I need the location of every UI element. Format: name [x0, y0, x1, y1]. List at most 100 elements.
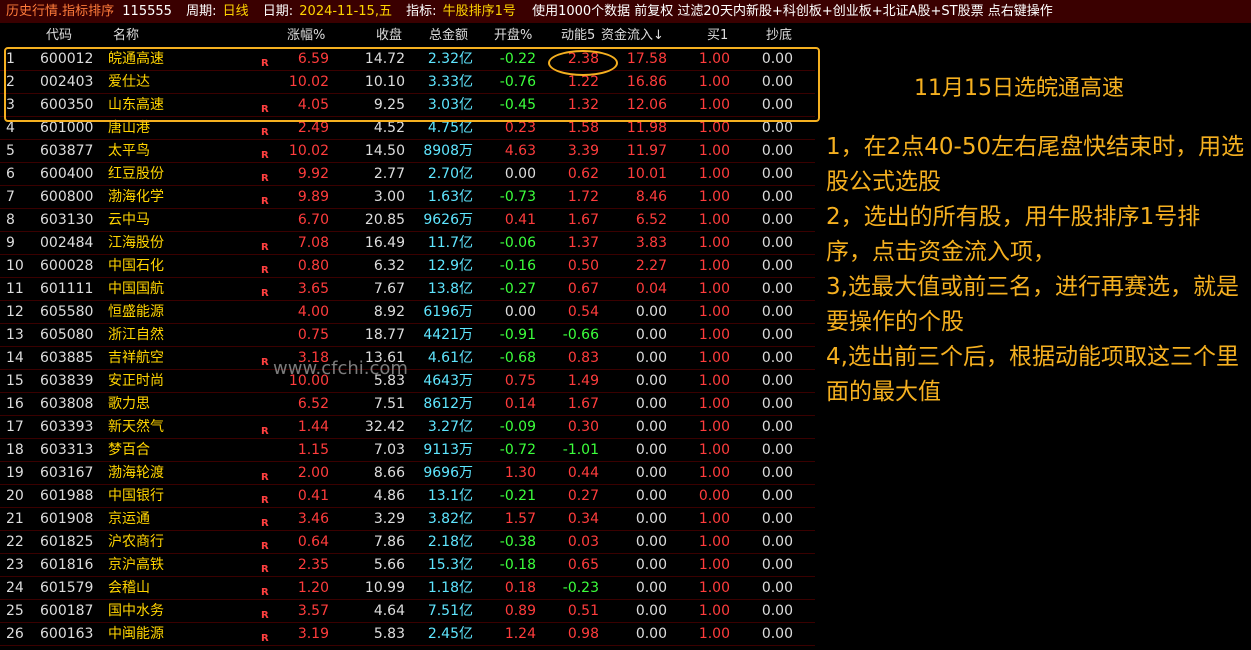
- momentum-value: 0.83: [567, 350, 599, 366]
- table-row[interactable]: 17 603393 新天然气 R 1.44 32.42 3.27亿 -0.09 0.30 0.00…: [0, 416, 815, 439]
- capital-inflow: 0.00: [635, 373, 667, 389]
- turnover-amount: 8908万: [423, 143, 473, 159]
- bottom-value: 0.00: [761, 350, 793, 366]
- stock-code: 601825: [40, 534, 94, 550]
- bid1-value: 1.00: [698, 281, 730, 297]
- col-bid1[interactable]: 买1: [707, 24, 728, 47]
- table-row[interactable]: 5 603877 太平鸟 R 10.02 14.50 8908万 4.63 3.39 11.97 1…: [0, 140, 815, 163]
- stock-code: 600800: [40, 189, 94, 205]
- capital-inflow: 0.00: [635, 534, 667, 550]
- stock-code: 002484: [40, 235, 94, 251]
- table-row[interactable]: 18 603313 梦百合 1.15 7.03 9113万 -0.72 -1.01 0.00 1.…: [0, 439, 815, 462]
- table-row[interactable]: 23 601816 京沪高铁 R 2.35 5.66 15.3亿 -0.18 0.65 0.00 1…: [0, 554, 815, 577]
- stock-code: 601816: [40, 557, 94, 573]
- bid1-value: 1.00: [698, 557, 730, 573]
- col-name[interactable]: 名称: [113, 24, 139, 47]
- stock-name: 江海股份: [108, 235, 164, 251]
- row-index: 16: [6, 396, 24, 412]
- table-row[interactable]: 16 603808 歌力思 6.52 7.51 8612万 0.14 1.67 0.00 1.00…: [0, 393, 815, 416]
- stock-code: 605080: [40, 327, 94, 343]
- bid1-value: 1.00: [698, 465, 730, 481]
- turnover-amount: 4643万: [423, 373, 473, 389]
- table-row[interactable]: 8 603130 云中马 6.70 20.85 9626万 0.41 1.67 6.52 1.00…: [0, 209, 815, 232]
- table-row[interactable]: 22 601825 沪农商行 R 0.64 7.86 2.18亿 -0.38 0.03 0.00 1…: [0, 531, 815, 554]
- stock-code: 600163: [40, 626, 94, 642]
- momentum-value: 0.30: [567, 419, 599, 435]
- top3-highlight-box: [4, 47, 820, 122]
- stock-name: 中闽能源: [108, 626, 164, 642]
- row-index: 8: [6, 212, 15, 228]
- open-percent: -0.91: [499, 327, 536, 343]
- annotation-line: 2，选出的所有股，用牛股排序1号排序，点击资金流入项，: [826, 204, 1201, 265]
- table-row[interactable]: 25 600187 国中水务 R 3.57 4.64 7.51亿 0.89 0.51 0.00 1.…: [0, 600, 815, 623]
- stock-code: 601908: [40, 511, 94, 527]
- momentum-value: 1.67: [567, 212, 599, 228]
- change-percent: 3.46: [297, 511, 329, 527]
- col-bottom[interactable]: 抄底: [766, 24, 792, 47]
- capital-inflow: 0.00: [635, 304, 667, 320]
- table-row[interactable]: 13 605080 浙江自然 0.75 18.77 4421万 -0.91 -0.66 0.00…: [0, 324, 815, 347]
- margin-flag: R: [261, 633, 269, 644]
- col-code[interactable]: 代码: [46, 24, 72, 47]
- table-header: 代码 名称 涨幅% 收盘 总金额 开盘% 动能5 资金流入↓ 买1 抄底: [0, 24, 820, 47]
- momentum-highlight-oval: [548, 50, 618, 76]
- table-row[interactable]: 26 600163 中闽能源 R 3.19 5.83 2.45亿 1.24 0.98 0.00 1.…: [0, 623, 815, 646]
- bottom-value: 0.00: [761, 419, 793, 435]
- momentum-value: 1.49: [567, 373, 599, 389]
- stock-name: 京运通: [108, 511, 150, 527]
- row-index: 14: [6, 350, 24, 366]
- stock-name: 中国石化: [108, 258, 164, 274]
- turnover-amount: 3.27亿: [427, 419, 473, 435]
- col-momentum[interactable]: 动能5: [561, 24, 595, 47]
- col-open[interactable]: 开盘%: [494, 24, 532, 47]
- table-row[interactable]: 19 603167 渤海轮渡 R 2.00 8.66 9696万 1.30 0.44 0.00 1.…: [0, 462, 815, 485]
- momentum-value: -0.23: [562, 580, 599, 596]
- row-index: 7: [6, 189, 15, 205]
- open-percent: 1.30: [504, 465, 536, 481]
- open-percent: -0.27: [499, 281, 536, 297]
- stock-name: 新天然气: [108, 419, 164, 435]
- close-price: 5.66: [373, 557, 405, 573]
- annotation-line: 1，在2点40-50左右尾盘快结束时，用选股公式选股: [826, 134, 1245, 195]
- close-price: 8.92: [373, 304, 405, 320]
- date-label: 日期:: [262, 4, 294, 19]
- table-row[interactable]: 10 600028 中国石化 R 0.80 6.32 12.9亿 -0.16 0.50 2.27 1…: [0, 255, 815, 278]
- table-row[interactable]: 20 601988 中国银行 R 0.41 4.86 13.1亿 -0.21 0.27 0.00 0…: [0, 485, 815, 508]
- change-percent: 4.00: [297, 304, 329, 320]
- table-row[interactable]: 12 605580 恒盛能源 4.00 8.92 6196万 0.00 0.54 0.00 1.0…: [0, 301, 815, 324]
- momentum-value: 1.67: [567, 396, 599, 412]
- bid1-value: 1.00: [698, 327, 730, 343]
- change-percent: 3.57: [297, 603, 329, 619]
- stock-code: 601579: [40, 580, 94, 596]
- date-value[interactable]: 2024-11-15,五: [299, 0, 392, 23]
- col-change[interactable]: 涨幅%: [287, 24, 325, 47]
- period-value[interactable]: 日线: [223, 0, 249, 23]
- bottom-value: 0.00: [761, 166, 793, 182]
- indicator-value[interactable]: 牛股排序1号: [443, 0, 516, 23]
- stock-code: 600028: [40, 258, 94, 274]
- bottom-value: 0.00: [761, 281, 793, 297]
- table-row[interactable]: 24 601579 会稽山 R 1.20 10.99 1.18亿 0.18 -0.23 0.00 1…: [0, 577, 815, 600]
- col-capital-inflow[interactable]: 资金流入↓: [601, 24, 664, 47]
- turnover-amount: 2.45亿: [427, 626, 473, 642]
- table-row[interactable]: 21 601908 京运通 R 3.46 3.29 3.82亿 1.57 0.34 0.00 1.0…: [0, 508, 815, 531]
- bottom-value: 0.00: [761, 511, 793, 527]
- bottom-value: 0.00: [761, 235, 793, 251]
- annotation-text: 1，在2点40-50左右尾盘快结束时，用选股公式选股 2，选出的所有股，用牛股排…: [826, 130, 1246, 410]
- open-percent: -0.16: [499, 258, 536, 274]
- table-row[interactable]: 11 601111 中国国航 R 3.65 7.67 13.8亿 -0.27 0.67 0.04 1…: [0, 278, 815, 301]
- stock-name: 云中马: [108, 212, 150, 228]
- col-amount[interactable]: 总金额: [429, 24, 468, 47]
- capital-inflow: 0.00: [635, 603, 667, 619]
- row-index: 18: [6, 442, 24, 458]
- close-price: 10.99: [364, 580, 405, 596]
- table-row[interactable]: 6 600400 红豆股份 R 9.92 2.77 2.70亿 0.00 0.62 10.01 1.…: [0, 163, 815, 186]
- change-percent: 1.15: [297, 442, 329, 458]
- change-percent: 0.41: [297, 488, 329, 504]
- col-close[interactable]: 收盘: [376, 24, 402, 47]
- table-row[interactable]: 7 600800 渤海化学 R 9.89 3.00 1.63亿 -0.73 1.72 8.46 1.…: [0, 186, 815, 209]
- close-price: 18.77: [364, 327, 405, 343]
- table-row[interactable]: 9 002484 江海股份 R 7.08 16.49 11.7亿 -0.06 1.37 3.83 1…: [0, 232, 815, 255]
- open-percent: 0.89: [504, 603, 536, 619]
- open-percent: -0.18: [499, 557, 536, 573]
